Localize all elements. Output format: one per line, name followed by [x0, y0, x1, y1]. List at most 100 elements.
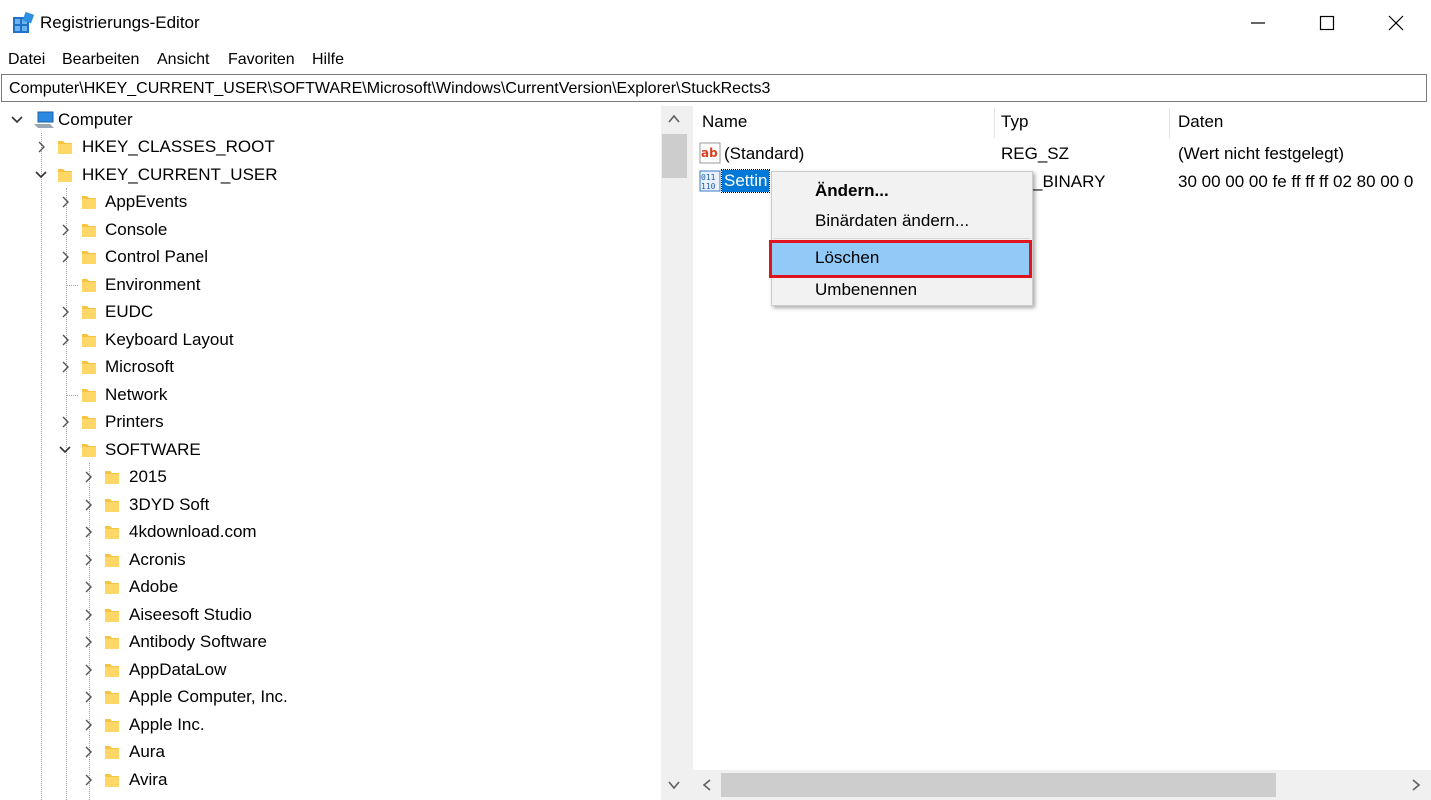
menu-item-loeschen[interactable]: Löschen [769, 240, 1032, 278]
chevron-right-icon[interactable] [81, 579, 95, 595]
tree-item[interactable]: 3DYD Soft [0, 492, 650, 519]
menu-ansicht[interactable]: Ansicht [157, 51, 209, 69]
chevron-right-icon[interactable] [81, 497, 95, 513]
chevron-right-icon[interactable] [81, 744, 95, 760]
folder-icon [82, 224, 96, 237]
close-button[interactable] [1362, 0, 1430, 46]
column-header-type[interactable]: Typ [1001, 112, 1028, 132]
menu-item-umbenennen[interactable]: Umbenennen [772, 275, 1032, 305]
tree-item[interactable]: Apple Inc. [0, 712, 650, 739]
tree-item-label: Microsoft [105, 357, 174, 376]
chevron-right-icon[interactable] [81, 717, 95, 733]
scroll-right-icon[interactable] [1409, 778, 1423, 792]
tree-item[interactable]: Aiseesoft Studio [0, 602, 650, 629]
tree-item[interactable]: Aura [0, 739, 650, 766]
svg-text:110: 110 [701, 182, 716, 191]
chevron-right-icon[interactable] [81, 469, 95, 485]
chevron-right-icon[interactable] [81, 634, 95, 650]
tree-item[interactable]: Apple Computer, Inc. [0, 684, 650, 711]
tree-item-label: Keyboard Layout [105, 330, 234, 349]
tree-item[interactable]: Console [0, 217, 650, 244]
tree-item-label: Environment [105, 275, 201, 294]
tree-item[interactable]: EUDC [0, 299, 650, 326]
chevron-down-icon[interactable] [10, 112, 24, 128]
chevron-right-icon[interactable] [81, 662, 95, 678]
tree-item[interactable]: AppDataLow [0, 657, 650, 684]
folder-icon [58, 141, 72, 154]
tree-item-label: Acronis [129, 550, 186, 569]
tree-item[interactable]: Control Panel [0, 244, 650, 271]
chevron-right-icon[interactable] [81, 524, 95, 540]
tree-item[interactable]: Antibody Software [0, 629, 650, 656]
chevron-right-icon[interactable] [58, 359, 72, 375]
menu-item-binaerdaten-aendern[interactable]: Binärdaten ändern... [772, 206, 1032, 236]
tree-item[interactable]: Avira [0, 767, 650, 794]
scroll-down-icon[interactable] [667, 778, 681, 792]
chevron-right-icon[interactable] [81, 552, 95, 568]
value-row[interactable]: ab (Standard) REG_SZ (Wert nicht festgel… [693, 139, 1431, 167]
scrollbar-thumb[interactable] [721, 773, 1276, 797]
menu-item-aendern[interactable]: Ändern... [772, 176, 1032, 206]
tree-item[interactable]: Keyboard Layout [0, 327, 650, 354]
folder-icon [82, 279, 96, 292]
chevron-right-icon[interactable] [81, 607, 95, 623]
chevron-right-icon[interactable] [81, 689, 95, 705]
chevron-right-icon[interactable] [81, 772, 95, 788]
value-name: (Standard) [724, 144, 805, 163]
tree-item[interactable]: Microsoft [0, 354, 650, 381]
tree-item-label: Network [105, 385, 168, 404]
scrollbar-thumb[interactable] [662, 134, 687, 178]
tree-item[interactable]: Network [0, 382, 650, 409]
folder-icon [105, 746, 119, 759]
chevron-right-icon[interactable] [58, 304, 72, 320]
tree-item-label: 2015 [129, 467, 167, 486]
chevron-right-icon[interactable] [58, 332, 72, 348]
column-header-data[interactable]: Daten [1178, 112, 1223, 132]
tree-item-label: HKEY_CURRENT_USER [82, 165, 278, 184]
value-data: (Wert nicht festgelegt) [1178, 144, 1344, 163]
tree-item-label: Avira [129, 770, 168, 789]
tree-item[interactable]: Adobe [0, 574, 650, 601]
chevron-right-icon[interactable] [58, 194, 72, 210]
tree-item[interactable]: Printers [0, 409, 650, 436]
chevron-right-icon[interactable] [58, 414, 72, 430]
maximize-icon [1319, 15, 1335, 31]
maximize-button[interactable] [1293, 0, 1361, 46]
tree-item-label: Control Panel [105, 247, 209, 266]
tree-item-label: AppEvents [105, 192, 188, 211]
svg-text:ab: ab [701, 146, 718, 160]
menu-bearbeiten[interactable]: Bearbeiten [62, 51, 139, 69]
folder-icon [82, 361, 96, 374]
chevron-down-icon[interactable] [34, 167, 48, 183]
tree-item-hkey-current-user[interactable]: HKEY_CURRENT_USER [0, 162, 650, 189]
tree-item[interactable]: 2015 [0, 464, 650, 491]
tree-item[interactable]: Environment [0, 272, 650, 299]
menu-datei[interactable]: Datei [8, 51, 45, 69]
folder-icon [105, 609, 119, 622]
menu-bar: Datei Bearbeiten Ansicht Favoriten Hilfe [0, 46, 1431, 74]
tree-vertical-scrollbar[interactable] [661, 106, 688, 800]
column-divider[interactable] [1169, 108, 1170, 138]
chevron-right-icon[interactable] [58, 249, 72, 265]
tree-item[interactable]: 4kdownload.com [0, 519, 650, 546]
minimize-button[interactable] [1224, 0, 1292, 46]
folder-open-icon [82, 444, 96, 457]
column-divider[interactable] [994, 108, 995, 138]
values-horizontal-scrollbar[interactable] [693, 770, 1431, 800]
tree-item-hkey-classes-root[interactable]: HKEY_CLASSES_ROOT [0, 134, 650, 161]
scroll-left-icon[interactable] [700, 778, 714, 792]
tree-item-label: Aiseesoft Studio [129, 605, 252, 624]
chevron-right-icon[interactable] [58, 222, 72, 238]
tree-item[interactable]: Acronis [0, 547, 650, 574]
menu-favoriten[interactable]: Favoriten [228, 51, 295, 69]
tree-item[interactable]: AppEvents [0, 189, 650, 216]
scroll-up-icon[interactable] [667, 112, 681, 126]
tree-item-software[interactable]: SOFTWARE [0, 437, 650, 464]
column-header-name[interactable]: Name [702, 112, 747, 132]
menu-hilfe[interactable]: Hilfe [312, 51, 344, 69]
folder-icon [105, 719, 119, 732]
chevron-down-icon[interactable] [58, 442, 72, 458]
chevron-right-icon[interactable] [34, 139, 48, 155]
tree-item-computer[interactable]: Computer [0, 107, 650, 134]
address-bar[interactable]: Computer\HKEY_CURRENT_USER\SOFTWARE\Micr… [1, 74, 1427, 102]
